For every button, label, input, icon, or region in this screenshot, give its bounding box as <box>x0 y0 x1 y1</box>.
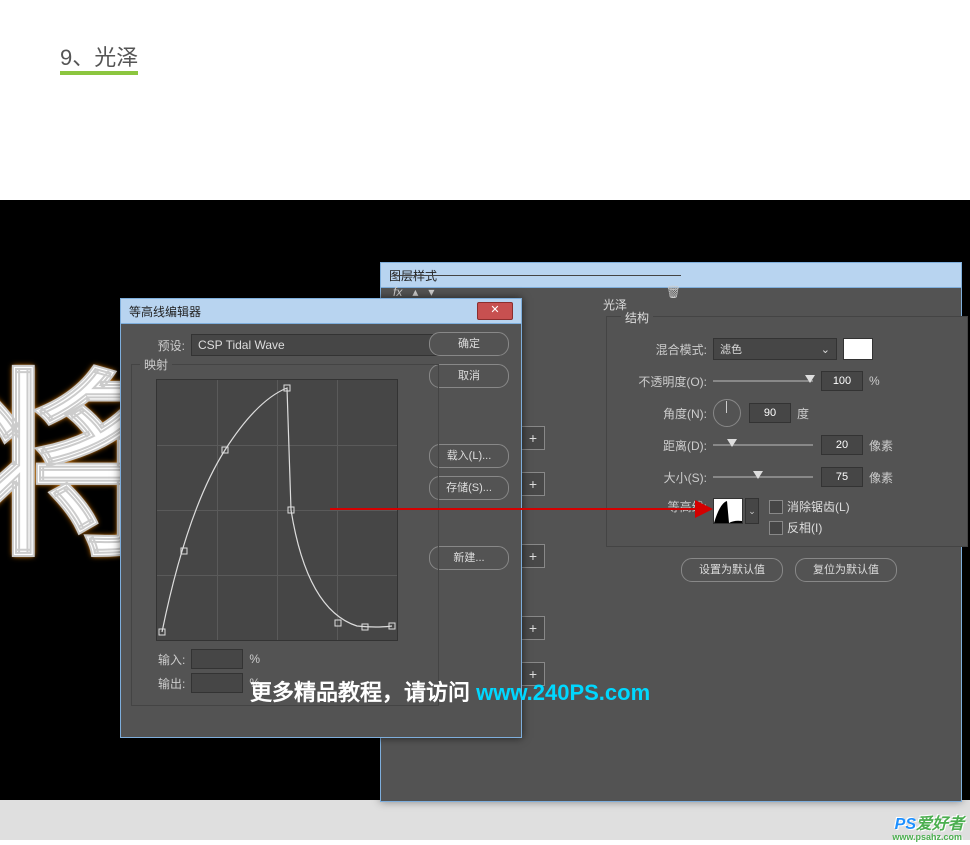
bottom-gray-bar <box>0 800 970 840</box>
slider-thumb[interactable] <box>727 439 737 447</box>
opacity-unit: % <box>869 374 880 388</box>
add-effect-button[interactable]: + <box>521 472 545 496</box>
chevron-down-icon: ⌄ <box>821 343 830 356</box>
contour-editor-title: 等高线编辑器 <box>129 303 201 320</box>
contour-thumbnail[interactable] <box>713 498 743 524</box>
ok-button[interactable]: 确定 <box>429 332 509 356</box>
add-effect-button[interactable]: + <box>521 544 545 568</box>
opacity-slider[interactable] <box>713 380 813 382</box>
blend-mode-label: 混合模式: <box>617 341 707 358</box>
annotation-arrow <box>330 508 700 510</box>
watermark-url: www.psahz.com <box>892 832 962 842</box>
contour-editor-dialog: 等高线编辑器 ✕ 预设: CSP Tidal Wave ⌄ 确定 取消 载入(L… <box>120 298 522 738</box>
mapping-label: 映射 <box>140 356 172 373</box>
watermark-corner: PS爱好者 <box>895 810 964 834</box>
watermark-text: 更多精品教程，请访问 www.240PS.com <box>250 675 650 707</box>
contour-editor-titlebar[interactable]: 等高线编辑器 ✕ <box>121 299 521 324</box>
trash-icon[interactable]: 🗑 <box>666 285 681 299</box>
output-field[interactable] <box>191 673 243 693</box>
arrow-down-icon[interactable]: ▾ <box>428 285 434 299</box>
blend-mode-value: 滤色 <box>720 341 742 357</box>
fx-icon[interactable]: fx <box>393 285 402 299</box>
invert-label: 反相(I) <box>787 519 822 536</box>
contour-dropdown[interactable]: ⌄ <box>745 498 759 524</box>
add-effect-button[interactable]: + <box>521 426 545 450</box>
distance-label: 距离(D): <box>617 437 707 454</box>
make-default-button[interactable]: 设置为默认值 <box>681 558 783 582</box>
close-button[interactable]: ✕ <box>477 302 513 320</box>
preset-value: CSP Tidal Wave <box>198 338 285 352</box>
size-input[interactable]: 75 <box>821 467 863 487</box>
input-unit: % <box>249 652 260 666</box>
arrow-up-icon[interactable]: ▴ <box>412 285 418 299</box>
size-label: 大小(S): <box>617 469 707 486</box>
angle-label: 角度(N): <box>617 405 707 422</box>
step-title: 9、光泽 <box>60 45 138 75</box>
size-slider[interactable] <box>713 476 813 478</box>
distance-slider[interactable] <box>713 444 813 446</box>
slider-thumb[interactable] <box>805 375 815 383</box>
blend-mode-dropdown[interactable]: 滤色 ⌄ <box>713 338 837 360</box>
structure-group-label: 结构 <box>621 311 653 325</box>
angle-unit: 度 <box>797 405 809 422</box>
input-label: 输入: <box>158 651 185 668</box>
new-button[interactable]: 新建... <box>429 546 509 570</box>
angle-dial[interactable] <box>713 399 741 427</box>
watermark-link: www.240PS.com <box>476 680 650 705</box>
artwork-text: 将 <box>0 305 120 705</box>
antialias-label: 消除锯齿(L) <box>787 498 850 515</box>
opacity-label: 不透明度(O): <box>617 373 707 390</box>
cancel-button[interactable]: 取消 <box>429 364 509 388</box>
add-effect-button[interactable]: + <box>521 616 545 640</box>
size-unit: 像素 <box>869 469 893 486</box>
contour-label: 等高线: <box>617 498 707 515</box>
annotation-arrow-head <box>695 500 713 518</box>
opacity-input[interactable]: 100 <box>821 371 863 391</box>
output-label: 输出: <box>158 675 185 692</box>
save-button[interactable]: 存储(S)... <box>429 476 509 500</box>
load-button[interactable]: 载入(L)... <box>429 444 509 468</box>
input-field[interactable] <box>191 649 243 669</box>
slider-thumb[interactable] <box>753 471 763 479</box>
distance-input[interactable]: 20 <box>821 435 863 455</box>
color-swatch[interactable] <box>843 338 873 360</box>
curve-canvas[interactable] <box>156 379 398 641</box>
preset-label: 预设: <box>131 337 185 354</box>
invert-checkbox[interactable] <box>769 521 783 535</box>
angle-input[interactable]: 90 <box>749 403 791 423</box>
antialias-checkbox[interactable] <box>769 500 783 514</box>
close-icon: ✕ <box>490 304 499 316</box>
effect-add-column: + + + + + <box>521 298 561 708</box>
reset-default-button[interactable]: 复位为默认值 <box>795 558 897 582</box>
distance-unit: 像素 <box>869 437 893 454</box>
